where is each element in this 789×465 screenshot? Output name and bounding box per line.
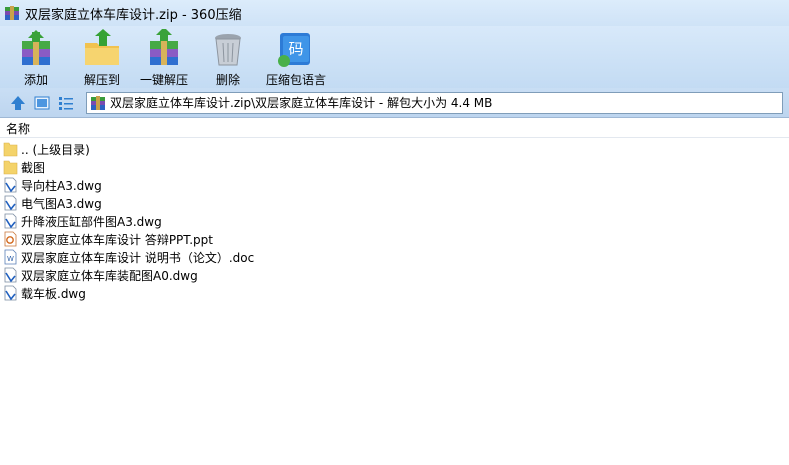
doc-file-icon: W	[4, 249, 17, 265]
dwg-file-icon	[4, 285, 17, 301]
folder-icon	[3, 160, 18, 175]
archive-language-button[interactable]: 码 压缩包语言	[266, 26, 326, 88]
dwg-file-icon	[4, 213, 17, 229]
one-click-extract-icon	[150, 29, 178, 65]
up-level-button[interactable]	[8, 93, 28, 113]
dwg-file-icon	[4, 267, 17, 283]
svg-text:W: W	[7, 255, 14, 263]
thumbnail-view-icon	[34, 96, 50, 109]
extract-to-label: 解压到	[83, 73, 120, 87]
title-bar: 双层家庭立体车库设计.zip - 360压缩	[0, 0, 789, 26]
view-list-button[interactable]	[56, 93, 76, 113]
one-click-extract-button[interactable]: 一键解压	[140, 26, 188, 88]
list-item[interactable]: 载车板.dwg	[0, 284, 789, 302]
file-name: 升降液压缸部件图A3.dwg	[21, 214, 162, 229]
file-name: 双层家庭立体车库装配图A0.dwg	[21, 268, 198, 283]
delete-label: 删除	[216, 73, 241, 87]
window-title: 双层家庭立体车库设计.zip - 360压缩	[25, 7, 242, 23]
column-header-name[interactable]: 名称	[0, 119, 789, 138]
dwg-file-icon	[4, 177, 17, 193]
address-path: 双层家庭立体车库设计.zip\双层家庭立体车库设计 - 解包大小为 4.4 MB	[110, 96, 493, 110]
add-archive-icon	[22, 30, 50, 65]
one-click-extract-label: 一键解压	[140, 73, 189, 87]
trash-icon	[215, 34, 242, 66]
archive-language-icon: 码	[278, 33, 311, 67]
toolbar: 添加 解压到 一键解压 删除 码 压缩包语言	[0, 26, 789, 88]
list-item[interactable]: 截图	[0, 158, 789, 176]
up-arrow-icon	[11, 95, 25, 110]
view-thumbnail-button[interactable]	[32, 93, 52, 113]
list-item[interactable]: W 双层家庭立体车库设计 说明书（论文）.doc	[0, 248, 789, 266]
archive-language-label: 压缩包语言	[266, 73, 327, 87]
file-name: 导向柱A3.dwg	[21, 178, 102, 193]
file-name: .. (上级目录)	[21, 142, 90, 157]
address-row: 双层家庭立体车库设计.zip\双层家庭立体车库设计 - 解包大小为 4.4 MB	[0, 88, 789, 118]
file-name: 双层家庭立体车库设计 说明书（论文）.doc	[21, 250, 255, 265]
file-list: .. (上级目录) 截图 导向柱A3.dwg 电气图A3.dwg 升降液压缸部件…	[0, 140, 789, 302]
delete-button[interactable]: 删除	[208, 26, 248, 88]
ppt-file-icon	[4, 231, 17, 247]
list-view-icon	[59, 96, 73, 110]
list-item[interactable]: 电气图A3.dwg	[0, 194, 789, 212]
extract-to-button[interactable]: 解压到	[82, 26, 122, 88]
list-item[interactable]: 导向柱A3.dwg	[0, 176, 789, 194]
file-name: 截图	[21, 160, 46, 175]
archive-icon	[90, 95, 106, 111]
add-label: 添加	[23, 73, 48, 87]
archive-window: 双层家庭立体车库设计.zip - 360压缩 添加 解压到 一键解压 删除 码 …	[0, 0, 789, 465]
address-bar[interactable]: 双层家庭立体车库设计.zip\双层家庭立体车库设计 - 解包大小为 4.4 MB	[86, 91, 783, 114]
list-item[interactable]: .. (上级目录)	[0, 140, 789, 158]
lang-glyph: 码	[289, 40, 304, 58]
list-item[interactable]: 升降液压缸部件图A3.dwg	[0, 212, 789, 230]
file-name: 载车板.dwg	[21, 286, 86, 301]
dwg-file-icon	[4, 195, 17, 211]
column-header-label: 名称	[6, 121, 31, 136]
winrar-app-icon	[4, 5, 20, 21]
add-button[interactable]: 添加	[16, 26, 56, 88]
list-item[interactable]: 双层家庭立体车库装配图A0.dwg	[0, 266, 789, 284]
folder-icon	[3, 142, 18, 157]
list-item[interactable]: 双层家庭立体车库设计 答辩PPT.ppt	[0, 230, 789, 248]
extract-to-icon	[85, 29, 119, 65]
file-name: 双层家庭立体车库设计 答辩PPT.ppt	[21, 232, 213, 247]
file-name: 电气图A3.dwg	[21, 196, 102, 211]
